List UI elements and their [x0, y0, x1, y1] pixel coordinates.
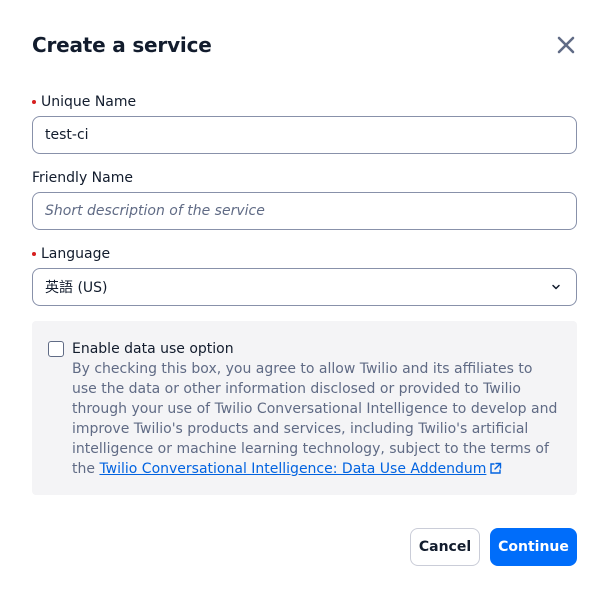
data-use-addendum-link[interactable]: Twilio Conversational Intelligence: Data…	[99, 461, 486, 477]
required-indicator	[32, 100, 36, 104]
unique-name-label: Unique Name	[32, 94, 136, 110]
dialog-footer: Cancel Continue	[410, 528, 577, 566]
consent-text: By checking this box, you agree to allow…	[72, 361, 558, 477]
language-selected-value: 英語 (US)	[45, 280, 108, 296]
consent-title: Enable data use option	[72, 341, 234, 357]
close-icon	[557, 36, 575, 54]
create-service-dialog: Create a service Unique Name Friendly Na…	[0, 0, 608, 597]
dialog-title: Create a service	[32, 33, 212, 57]
cancel-button[interactable]: Cancel	[410, 528, 480, 566]
required-indicator	[32, 252, 36, 256]
external-link-icon	[490, 462, 502, 474]
close-button[interactable]	[554, 33, 578, 57]
consent-description: By checking this box, you agree to allow…	[72, 359, 561, 479]
language-select[interactable]: 英語 (US)	[32, 268, 577, 306]
continue-button[interactable]: Continue	[490, 528, 577, 566]
language-label: Language	[32, 246, 110, 262]
chevron-down-icon	[546, 277, 566, 297]
consent-body: Enable data use option By checking this …	[72, 339, 561, 479]
friendly-name-input[interactable]	[32, 192, 577, 230]
unique-name-input[interactable]	[32, 116, 577, 154]
data-use-consent-panel: Enable data use option By checking this …	[32, 321, 577, 495]
friendly-name-label: Friendly Name	[32, 170, 133, 186]
dialog-header: Create a service	[32, 28, 578, 62]
enable-data-use-checkbox[interactable]	[48, 341, 64, 357]
